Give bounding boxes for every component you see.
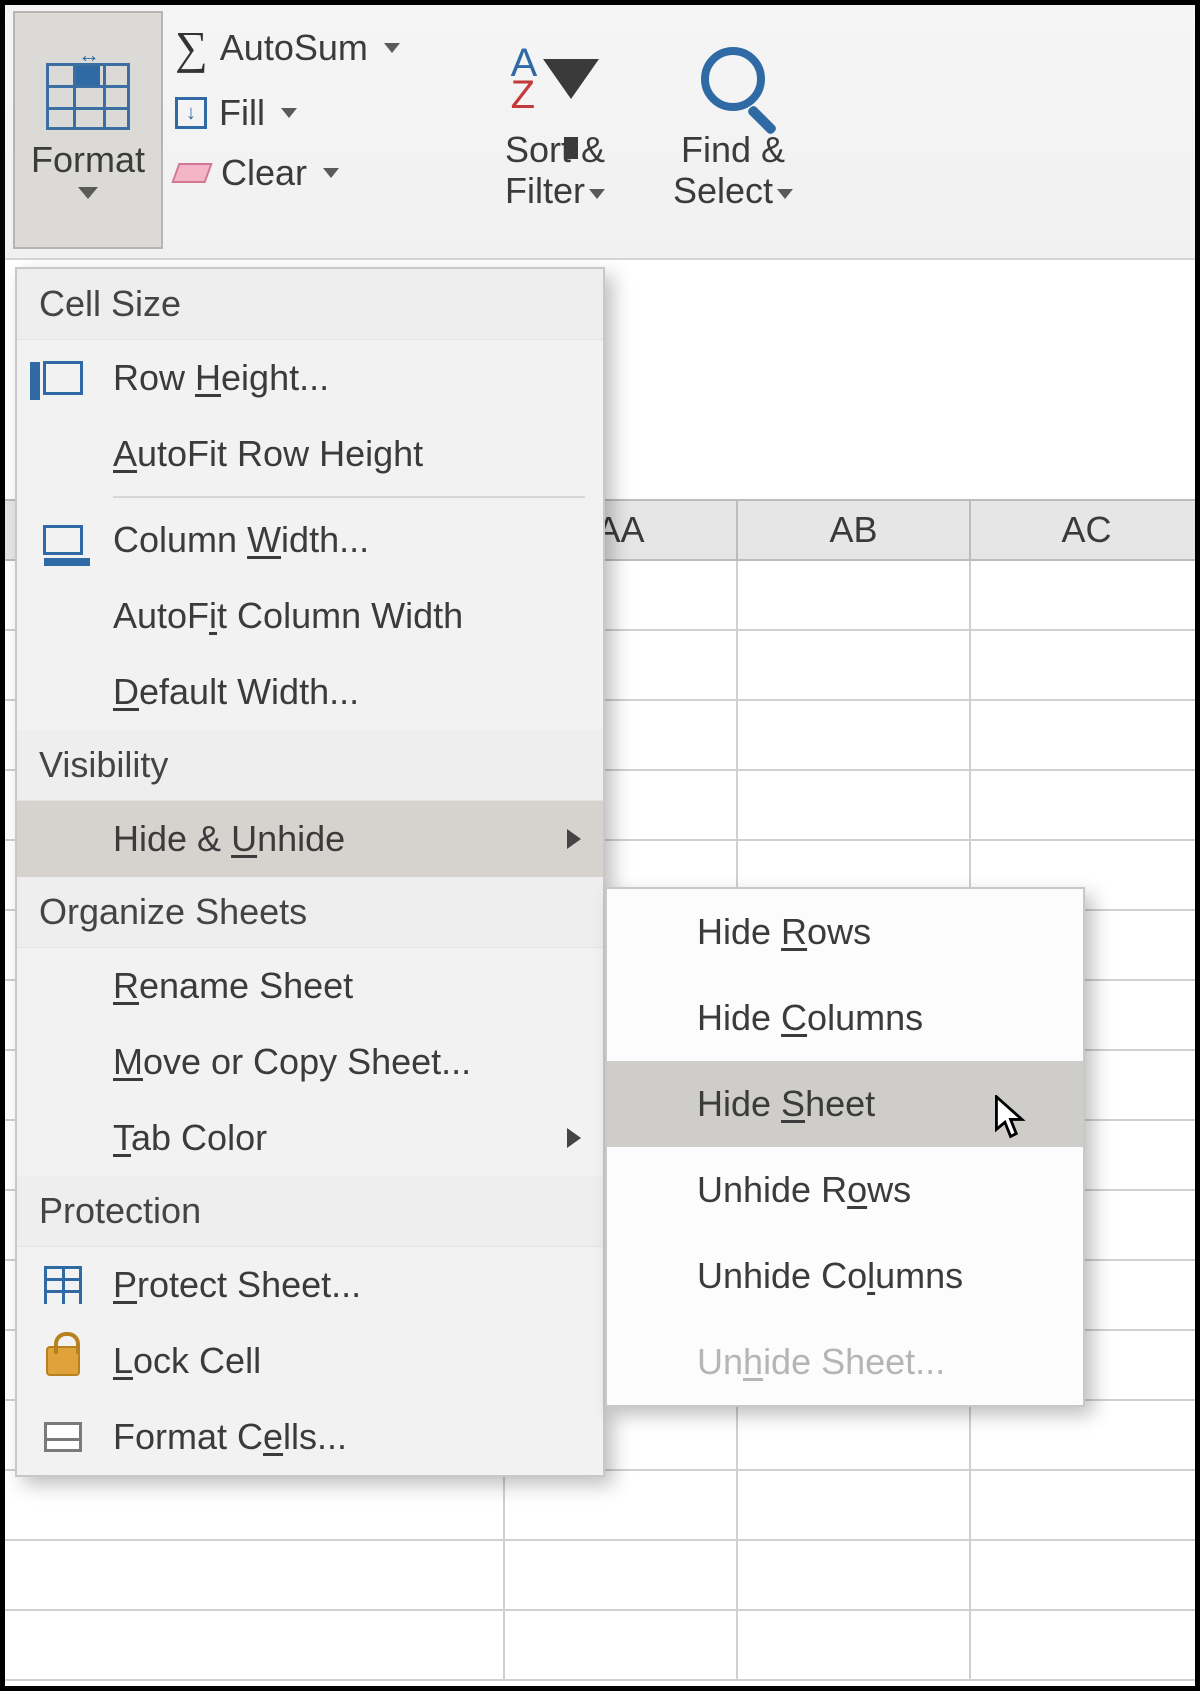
menu-label: Hide Sheet	[697, 1083, 1055, 1125]
eraser-icon	[171, 163, 212, 183]
sigma-icon: ∑	[175, 21, 208, 74]
menu-label: Unhide Rows	[697, 1169, 1055, 1211]
protect-sheet-icon	[44, 1266, 82, 1304]
find-select-button[interactable]: Find & Select	[653, 29, 813, 212]
menu-row-height[interactable]: Row Height...	[17, 340, 603, 416]
menu-tab-color[interactable]: Tab Color	[17, 1100, 603, 1176]
menu-protect-sheet[interactable]: Protect Sheet...	[17, 1247, 603, 1323]
menu-label: Format Cells...	[113, 1416, 581, 1458]
row-height-icon	[43, 361, 83, 395]
menu-label: Tab Color	[113, 1117, 545, 1159]
menu-separator	[113, 496, 585, 498]
dropdown-caret-icon	[384, 43, 400, 53]
menu-section-protection: Protection	[17, 1176, 603, 1247]
find-label-2: Select	[673, 170, 773, 211]
ribbon-right: ∑ AutoSum ↓ Fill Clear AZ	[163, 11, 813, 258]
funnel-icon	[543, 59, 599, 99]
menu-label: Rename Sheet	[113, 965, 581, 1007]
menu-rename-sheet[interactable]: Rename Sheet	[17, 948, 603, 1024]
fill-button[interactable]: ↓ Fill	[175, 92, 475, 134]
autosum-button[interactable]: ∑ AutoSum	[175, 21, 475, 74]
fill-down-icon: ↓	[175, 97, 207, 129]
submenu-arrow-icon	[567, 1128, 581, 1148]
format-cells-icon	[44, 1422, 82, 1452]
submenu-hide-rows[interactable]: Hide Rows	[607, 889, 1083, 975]
submenu-unhide-columns[interactable]: Unhide Columns	[607, 1233, 1083, 1319]
column-header[interactable]: AC	[971, 501, 1200, 559]
submenu-unhide-rows[interactable]: Unhide Rows	[607, 1147, 1083, 1233]
menu-section-organize: Organize Sheets	[17, 877, 603, 948]
format-grid-icon: ↔	[43, 57, 133, 133]
menu-label: Unhide Sheet...	[697, 1341, 1055, 1383]
submenu-arrow-icon	[567, 829, 581, 849]
clear-button[interactable]: Clear	[175, 152, 475, 194]
hide-unhide-submenu: Hide Rows Hide Columns Hide Sheet Unhide…	[605, 887, 1085, 1407]
menu-autofit-column-width[interactable]: AutoFit Column Width	[17, 578, 603, 654]
menu-section-visibility: Visibility	[17, 730, 603, 801]
column-width-icon	[43, 525, 83, 555]
dropdown-caret-icon	[78, 187, 98, 199]
ribbon: ↔ Format ∑ AutoSum ↓ Fill Clear	[5, 5, 1195, 260]
menu-label: Lock Cell	[113, 1340, 581, 1382]
sort-label-1: Sort &	[505, 129, 605, 170]
sort-label-2: Filter	[505, 170, 585, 211]
dropdown-caret-icon	[281, 108, 297, 118]
menu-label: Hide Rows	[697, 911, 1055, 953]
menu-default-width[interactable]: Default Width...	[17, 654, 603, 730]
sort-az-icon: AZ	[511, 47, 600, 111]
format-label: Format	[31, 139, 145, 181]
menu-label: AutoFit Column Width	[113, 595, 581, 637]
clear-label: Clear	[221, 152, 307, 194]
menu-autofit-row-height[interactable]: AutoFit Row Height	[17, 416, 603, 492]
magnify-icon	[701, 47, 765, 111]
submenu-hide-columns[interactable]: Hide Columns	[607, 975, 1083, 1061]
menu-column-width[interactable]: Column Width...	[17, 502, 603, 578]
submenu-unhide-sheet: Unhide Sheet...	[607, 1319, 1083, 1405]
column-header[interactable]: AB	[738, 501, 971, 559]
lock-icon	[46, 1346, 80, 1376]
format-button[interactable]: ↔ Format	[13, 11, 163, 249]
dropdown-caret-icon	[777, 189, 793, 199]
menu-label: Column Width...	[113, 519, 581, 561]
menu-label: Protect Sheet...	[113, 1264, 581, 1306]
menu-move-copy-sheet[interactable]: Move or Copy Sheet...	[17, 1024, 603, 1100]
menu-label: Default Width...	[113, 671, 581, 713]
format-menu: Cell Size Row Height... AutoFit Row Heig…	[15, 267, 605, 1477]
menu-label: Unhide Columns	[697, 1255, 1055, 1297]
menu-label: Row Height...	[113, 357, 581, 399]
fill-label: Fill	[219, 92, 265, 134]
menu-label: Hide & Unhide	[113, 818, 545, 860]
dropdown-caret-icon	[323, 168, 339, 178]
menu-label: Move or Copy Sheet...	[113, 1041, 581, 1083]
sort-filter-button[interactable]: AZ Sort & Filter	[475, 29, 635, 212]
find-label-1: Find &	[681, 129, 785, 170]
menu-format-cells[interactable]: Format Cells...	[17, 1399, 603, 1475]
dropdown-caret-icon	[589, 189, 605, 199]
autosum-label: AutoSum	[220, 27, 368, 69]
menu-hide-unhide[interactable]: Hide & Unhide	[17, 801, 603, 877]
menu-section-cell-size: Cell Size	[17, 269, 603, 340]
menu-lock-cell[interactable]: Lock Cell	[17, 1323, 603, 1399]
menu-label: AutoFit Row Height	[113, 433, 581, 475]
submenu-hide-sheet[interactable]: Hide Sheet	[607, 1061, 1083, 1147]
menu-label: Hide Columns	[697, 997, 1055, 1039]
